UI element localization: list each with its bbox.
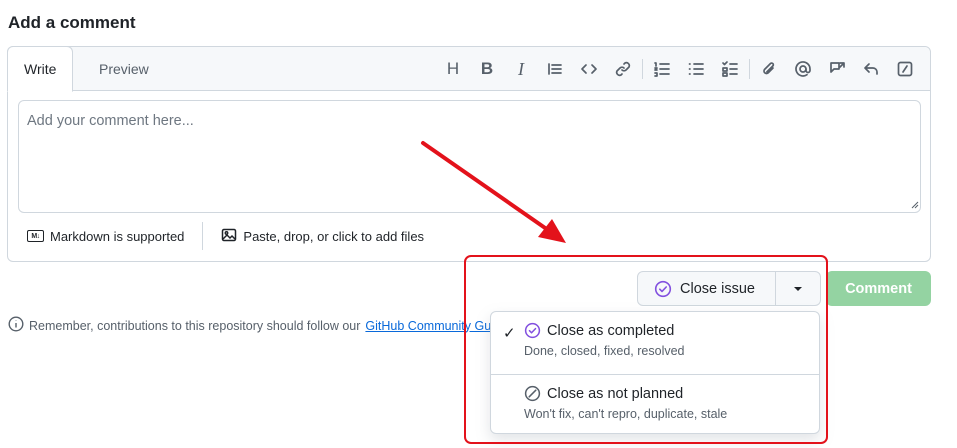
info-icon [8,316,24,335]
footer-divider [202,222,204,250]
markdown-support-link[interactable]: M↓ Markdown is supported [18,229,193,244]
slash-commands-button[interactable] [888,54,922,84]
tab-write[interactable]: Write [7,46,74,92]
formatting-toolbar: H B I [436,47,922,91]
resize-handle-icon[interactable] [909,199,919,209]
section-heading: Add a comment [8,13,136,32]
option-title: Close as completed [547,322,675,339]
ordered-list-icon [654,62,670,77]
task-list-icon [722,61,738,77]
cross-reference-icon [830,62,845,73]
notice-text: Remember, contributions to this reposito… [29,318,361,333]
task-list-button[interactable] [713,54,747,84]
close-options-dropdown-button[interactable] [776,271,821,306]
quote-icon [548,63,562,75]
cross-reference-button[interactable] [820,54,854,84]
code-button[interactable] [572,54,606,84]
toolbar-divider [642,59,643,79]
editor-header: Write Preview H B I [7,46,930,92]
paperclip-icon [763,62,775,75]
option-description: Won't fix, can't repro, duplicate, stale [524,407,728,421]
italic-icon: I [518,58,524,79]
tab-preview[interactable]: Preview [83,47,165,92]
slash-command-icon [897,61,913,77]
attach-files-button[interactable]: Paste, drop, or click to add files [212,227,433,246]
attach-files-label: Paste, drop, or click to add files [243,228,425,244]
close-as-not-planned-option[interactable]: Close as not planned Won't fix, can't re… [491,374,819,435]
quote-button[interactable] [538,54,572,84]
close-options-menu: ✓ Close as completed Done, closed, fixed… [490,311,820,434]
code-icon [581,64,597,74]
checkmark-icon: ✓ [503,325,516,342]
editor-footer: M↓ Markdown is supported Paste, drop, or… [18,221,433,251]
comment-editor: Write Preview H B I Add your comment her… [7,46,931,262]
reply-button[interactable] [854,54,888,84]
close-issue-button-group: Close issue [637,271,821,306]
markdown-icon: M↓ [27,230,44,242]
heading-button[interactable]: H [436,54,470,84]
at-sign-icon [795,61,811,77]
link-button[interactable] [606,54,640,84]
check-circle-icon [524,322,541,339]
skip-circle-icon [524,385,541,402]
attach-button[interactable] [752,54,786,84]
close-as-completed-option[interactable]: ✓ Close as completed Done, closed, fixed… [491,312,819,373]
triangle-down-icon [794,286,802,291]
close-issue-button[interactable]: Close issue [637,271,776,306]
reply-icon [864,63,878,75]
bold-icon: B [480,59,494,78]
option-description: Done, closed, fixed, resolved [524,344,685,358]
community-guidelines-link[interactable]: GitHub Community Guidelines [365,319,490,333]
italic-button[interactable]: I [504,54,538,84]
link-icon [615,61,631,77]
unordered-list-icon [688,63,704,75]
image-icon [221,227,237,246]
ordered-list-button[interactable] [645,54,679,84]
contribution-notice: Remember, contributions to this reposito… [8,316,490,335]
option-title: Close as not planned [547,385,684,402]
heading-icon: H [446,59,460,78]
comment-input[interactable] [18,100,921,213]
bold-button[interactable]: B [470,54,504,84]
unordered-list-button[interactable] [679,54,713,84]
check-circle-icon [654,280,672,297]
close-issue-label: Close issue [680,280,755,297]
comment-button[interactable]: Comment [826,271,931,306]
mention-button[interactable] [786,54,820,84]
toolbar-divider [749,59,750,79]
markdown-label: Markdown is supported [50,228,185,244]
